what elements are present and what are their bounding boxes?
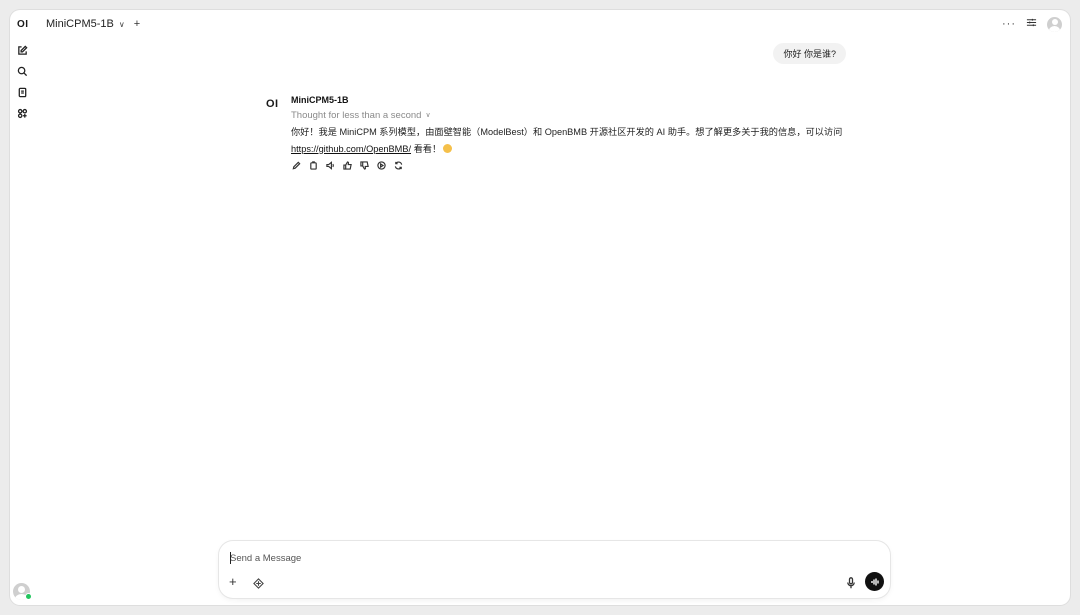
thought-toggle[interactable]: Thought for less than a second ∨ xyxy=(291,107,846,124)
assistant-reply: 你好！我是 MiniCPM 系列模型，由面壁智能（ModelBest）和 Ope… xyxy=(291,124,846,157)
model-selector[interactable]: MiniCPM5-1B xyxy=(46,18,114,30)
edit-button[interactable] xyxy=(291,160,302,171)
app-logo: OI xyxy=(17,19,29,30)
notes-button[interactable] xyxy=(15,85,29,99)
read-aloud-button[interactable] xyxy=(325,160,336,171)
microphone-icon xyxy=(847,577,855,589)
message-actions xyxy=(291,160,846,171)
chevron-down-icon: ∨ xyxy=(425,112,431,119)
add-model-button[interactable]: + xyxy=(134,18,140,30)
avatar-head xyxy=(1051,19,1058,25)
pencil-square-icon xyxy=(17,44,28,55)
refresh-icon xyxy=(394,161,403,170)
pencil-icon xyxy=(292,161,301,170)
notes-icon xyxy=(18,87,26,97)
regenerate-button[interactable] xyxy=(393,160,404,171)
assistant-content: MiniCPM5-1B Thought for less than a seco… xyxy=(291,93,846,171)
message-input[interactable] xyxy=(230,551,830,565)
attach-button[interactable]: + xyxy=(229,574,237,589)
online-status-dot xyxy=(26,594,31,599)
thumbs-down-button[interactable] xyxy=(359,160,370,171)
tools-icon xyxy=(253,578,264,589)
github-link[interactable]: https://github.com/OpenBMB/ xyxy=(291,144,411,154)
text-caret xyxy=(230,552,231,564)
search-icon xyxy=(17,66,27,76)
app-window: OI MiniCPM5-1B ∨ + ··· 你好 你是谁? OI MiniCP… xyxy=(10,10,1070,605)
assistant-logo: OI xyxy=(266,98,279,110)
smile-emoji-icon xyxy=(443,143,453,153)
voice-mode-button[interactable] xyxy=(865,572,884,591)
copy-icon xyxy=(310,161,317,170)
more-options-button[interactable]: ··· xyxy=(1002,18,1016,30)
assistant-name: MiniCPM5-1B xyxy=(291,95,349,105)
sliders-icon xyxy=(1026,18,1037,27)
reply-text-end: 看看！ xyxy=(411,143,442,154)
reply-text: 你好！我是 MiniCPM 系列模型，由面壁智能（ModelBest）和 Ope… xyxy=(291,127,843,137)
thumbs-up-button[interactable] xyxy=(342,160,353,171)
tools-button[interactable] xyxy=(253,576,264,589)
grid-icon xyxy=(17,108,27,118)
workspace-button[interactable] xyxy=(15,106,29,120)
thought-label: Thought for less than a second xyxy=(291,110,422,121)
new-chat-button[interactable] xyxy=(15,43,29,57)
dictate-button[interactable] xyxy=(846,576,856,589)
speaker-icon xyxy=(326,161,334,170)
thumbs-up-icon xyxy=(343,161,352,170)
play-circle-icon xyxy=(377,161,386,170)
topbar-actions: ··· xyxy=(1002,15,1062,33)
chevron-down-icon[interactable]: ∨ xyxy=(119,20,125,29)
thumbs-down-icon xyxy=(360,161,369,170)
sidebar: OI xyxy=(10,10,34,605)
message-composer: + xyxy=(219,541,890,598)
continue-button[interactable] xyxy=(376,160,387,171)
controls-button[interactable] xyxy=(1026,15,1037,33)
avatar-body xyxy=(1049,26,1060,32)
search-button[interactable] xyxy=(15,64,29,78)
user-message-bubble: 你好 你是谁? xyxy=(773,43,846,64)
topbar: MiniCPM5-1B ∨ + xyxy=(46,16,140,32)
profile-avatar[interactable] xyxy=(1047,16,1062,32)
waveform-icon xyxy=(870,578,879,585)
copy-button[interactable] xyxy=(308,160,319,171)
avatar-head xyxy=(18,586,25,593)
